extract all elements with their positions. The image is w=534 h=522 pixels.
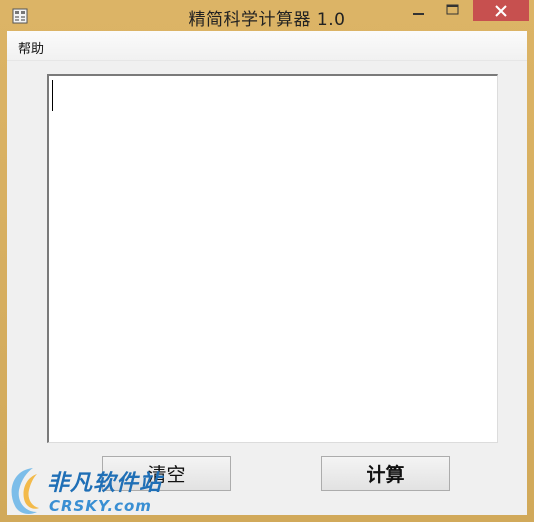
maximize-icon — [446, 4, 459, 15]
watermark-title: 非凡软件站 — [47, 471, 163, 496]
menu-bar: 帮助 — [7, 31, 527, 61]
minimize-button[interactable] — [405, 0, 432, 21]
close-button[interactable] — [473, 0, 529, 21]
app-window: 精简科学计算器 1.0 帮助 清空 计算 非凡软件站 CRSKY.com — [0, 0, 534, 522]
text-caret — [52, 80, 53, 111]
minimize-icon — [413, 13, 424, 15]
watermark: 非凡软件站 CRSKY.com — [3, 462, 163, 520]
menu-item-help[interactable]: 帮助 — [18, 38, 44, 57]
crsky-logo-icon — [11, 468, 39, 514]
title-bar[interactable]: 精简科学计算器 1.0 — [0, 0, 534, 31]
close-icon — [495, 4, 507, 17]
expression-textarea[interactable] — [47, 74, 498, 443]
watermark-domain: CRSKY.com — [49, 497, 152, 515]
maximize-button[interactable] — [439, 0, 466, 21]
client-area: 帮助 清空 计算 — [7, 31, 527, 515]
calculate-button[interactable]: 计算 — [321, 456, 450, 491]
